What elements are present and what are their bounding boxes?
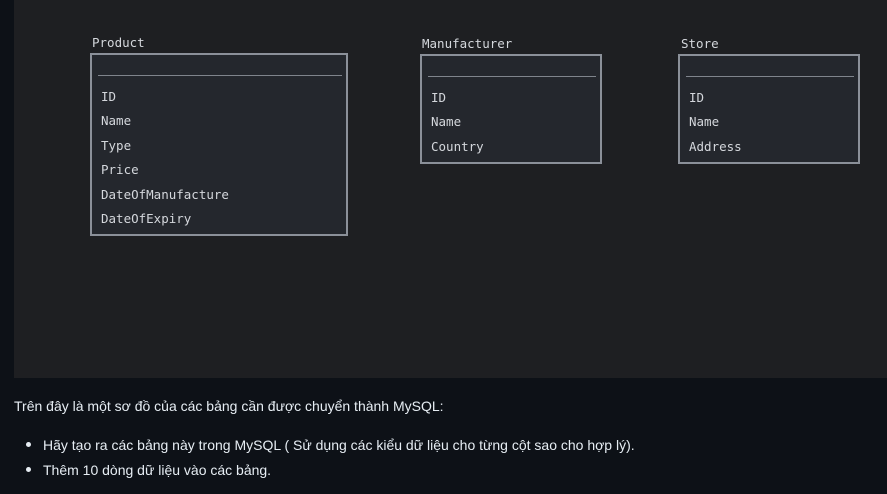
- entity-field: DateOfManufacture: [101, 186, 229, 202]
- entity-title: Product: [92, 35, 145, 50]
- entity-box: ID Name Type Price DateOfManufacture Dat…: [90, 53, 348, 236]
- er-diagram: Product ID Name Type Price DateOfManufac…: [14, 0, 887, 378]
- entity-divider: [686, 76, 854, 77]
- entity-field: Name: [101, 113, 132, 129]
- bullet-icon: [26, 442, 31, 447]
- task-item: Thêm 10 dòng dữ liệu vào các bảng.: [24, 459, 635, 484]
- assignment-description: Trên đây là một sơ đồ của các bảng cần đ…: [14, 398, 444, 414]
- task-text: Hãy tạo ra các bảng này trong MySQL ( Sử…: [43, 437, 635, 453]
- entity-field-list: ID Name Type Price DateOfManufacture Dat…: [101, 87, 229, 233]
- entity-field: DateOfExpiry: [101, 210, 192, 226]
- entity-box: ID Name Country: [420, 54, 602, 164]
- page-gutter: [0, 0, 14, 378]
- task-text: Thêm 10 dòng dữ liệu vào các bảng.: [43, 462, 272, 478]
- entity-divider: [98, 75, 342, 76]
- entity-field: ID: [431, 90, 447, 105]
- task-item: Hãy tạo ra các bảng này trong MySQL ( Sử…: [24, 434, 635, 459]
- entity-field: Name: [689, 114, 720, 130]
- entity-title: Manufacturer: [422, 36, 513, 51]
- entity-field: Name: [431, 114, 462, 130]
- entity-field: Country: [431, 138, 484, 154]
- entity-field: ID: [689, 90, 705, 105]
- entity-field-list: ID Name Country: [431, 88, 484, 161]
- entity-box: ID Name Address: [678, 54, 860, 164]
- entity-field-list: ID Name Address: [689, 88, 742, 161]
- entity-field: Address: [689, 138, 742, 154]
- entity-title: Store: [681, 36, 719, 51]
- task-list: Hãy tạo ra các bảng này trong MySQL ( Sử…: [24, 434, 635, 484]
- entity-divider: [428, 76, 596, 77]
- bullet-icon: [26, 467, 31, 472]
- entity-field: ID: [101, 89, 117, 104]
- entity-field: Price: [101, 162, 139, 178]
- entity-field: Type: [101, 137, 132, 153]
